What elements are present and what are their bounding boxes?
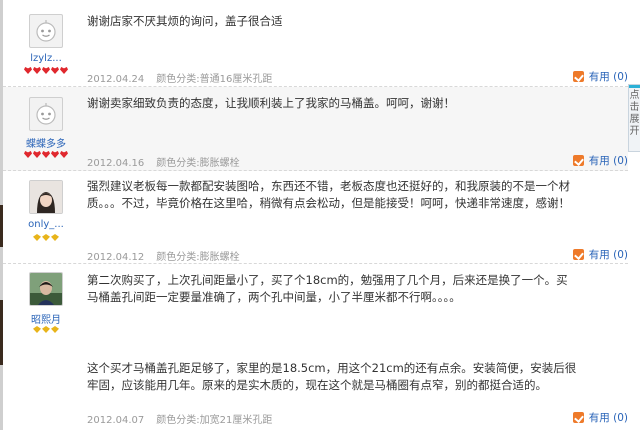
buyer-rank-badge: [13, 67, 79, 75]
default-avatar-icon: [36, 20, 56, 42]
buyer-rank-badge: [13, 234, 79, 242]
review-date: 2012.04.07: [87, 415, 145, 426]
diamond-icon: [51, 234, 59, 241]
review-meta: 2012.04.12 颜色分类:膨胀螺栓: [87, 248, 240, 263]
diamond-icon: [42, 234, 50, 241]
review-text: 谢谢卖家细致负责的态度，让我顺利装上了我家的马桶盖。呵呵，谢谢！: [87, 96, 455, 110]
variant-value: 加宽21厘米孔距: [199, 415, 273, 426]
side-tab-accent: [629, 85, 640, 88]
review-item: lzylz... 谢谢店家不厌其烦的询问，盖子很合适 2012.04.24 颜色分…: [3, 0, 628, 87]
review-list: lzylz... 谢谢店家不厌其烦的询问，盖子很合适 2012.04.24 颜色分…: [3, 0, 628, 430]
review-meta: 2012.04.24 颜色分类:普通16厘米孔距: [87, 70, 272, 85]
review-date: 2012.04.24: [87, 74, 145, 85]
review-text: 第二次购买了，上次孔间距量小了，买了个18cm的，勉强用了几个月，后来还是换了一…: [87, 273, 568, 304]
useful-label: 有用: [588, 155, 610, 167]
heart-icon: [42, 67, 50, 74]
review-append-text: 这个买才马桶盖孔距足够了，家里的是18.5cm，用这个21cm的还有点余。安装简…: [87, 361, 577, 392]
thumbs-up-icon: [572, 412, 584, 423]
useful-button[interactable]: 有用 (0): [572, 153, 628, 168]
avatar[interactable]: [29, 272, 63, 306]
thumbs-up-icon: [572, 249, 584, 260]
heart-icon: [24, 67, 32, 74]
review-text: 强烈建议老板每一款都配安装图哈，东西还不错，老板态度也还挺好的，和我原装的不是一…: [87, 179, 570, 210]
review-item: 蝶蝶多多 谢谢卖家细致负责的态度，让我顺利装上了我家的马桶盖。呵呵，谢谢！ 20…: [3, 87, 628, 171]
useful-label: 有用: [588, 412, 610, 424]
review-date: 2012.04.12: [87, 252, 145, 263]
heart-icon: [51, 151, 59, 158]
useful-count: (0): [613, 249, 628, 261]
variant-label: 颜色分类:: [156, 415, 200, 426]
avatar[interactable]: [29, 180, 63, 214]
buyer-rank-badge: [13, 151, 79, 159]
useful-button[interactable]: 有用 (0): [572, 410, 628, 425]
username[interactable]: 蝶蝶多多: [13, 135, 79, 150]
heart-icon: [33, 67, 41, 74]
useful-button[interactable]: 有用 (0): [572, 247, 628, 262]
heart-icon: [33, 151, 41, 158]
username[interactable]: 昭熙月: [13, 311, 79, 326]
username[interactable]: only_...: [13, 219, 79, 230]
default-avatar-icon: [36, 103, 56, 125]
variant-label: 颜色分类:: [156, 252, 200, 263]
heart-icon: [42, 151, 50, 158]
avatar[interactable]: [29, 97, 63, 131]
avatar[interactable]: [29, 14, 63, 48]
useful-label: 有用: [588, 249, 610, 261]
review-meta: 2012.04.07 颜色分类:加宽21厘米孔距: [87, 411, 272, 426]
variant-value: 膨胀螺栓: [199, 252, 240, 263]
heart-icon: [60, 151, 68, 158]
useful-button[interactable]: 有用 (0): [572, 69, 628, 84]
review-item: only_... 强烈建议老板每一款都配安装图哈，东西还不错，老板态度也还挺好的…: [3, 171, 628, 264]
review-text: 谢谢店家不厌其烦的询问，盖子很合适: [87, 14, 283, 28]
variant-label: 颜色分类:: [156, 74, 200, 85]
expand-side-tab[interactable]: 点击展开: [628, 84, 640, 152]
user-photo-avatar: [30, 181, 62, 213]
variant-value: 膨胀螺栓: [199, 158, 240, 169]
diamond-icon: [33, 234, 41, 241]
heart-icon: [24, 151, 32, 158]
useful-count: (0): [613, 155, 628, 167]
useful-count: (0): [613, 412, 628, 424]
diamond-icon: [42, 326, 50, 333]
username[interactable]: lzylz...: [13, 53, 79, 64]
heart-icon: [60, 67, 68, 74]
buyer-rank-badge: [13, 326, 79, 334]
thumbs-up-icon: [572, 155, 584, 166]
thumbs-up-icon: [572, 71, 584, 82]
heart-icon: [51, 67, 59, 74]
review-item: 昭熙月 第二次购买了，上次孔间距量小了，买了个18cm的，勉强用了几个月，后来还…: [3, 264, 628, 430]
variant-label: 颜色分类:: [156, 158, 200, 169]
variant-value: 普通16厘米孔距: [199, 74, 273, 85]
user-photo-avatar: [30, 273, 62, 305]
useful-label: 有用: [588, 71, 610, 83]
diamond-icon: [33, 326, 41, 333]
side-tab-label: 点击展开: [629, 90, 640, 137]
useful-count: (0): [613, 71, 628, 83]
review-meta: 2012.04.16 颜色分类:膨胀螺栓: [87, 154, 240, 169]
diamond-icon: [51, 326, 59, 333]
review-date: 2012.04.16: [87, 158, 145, 169]
